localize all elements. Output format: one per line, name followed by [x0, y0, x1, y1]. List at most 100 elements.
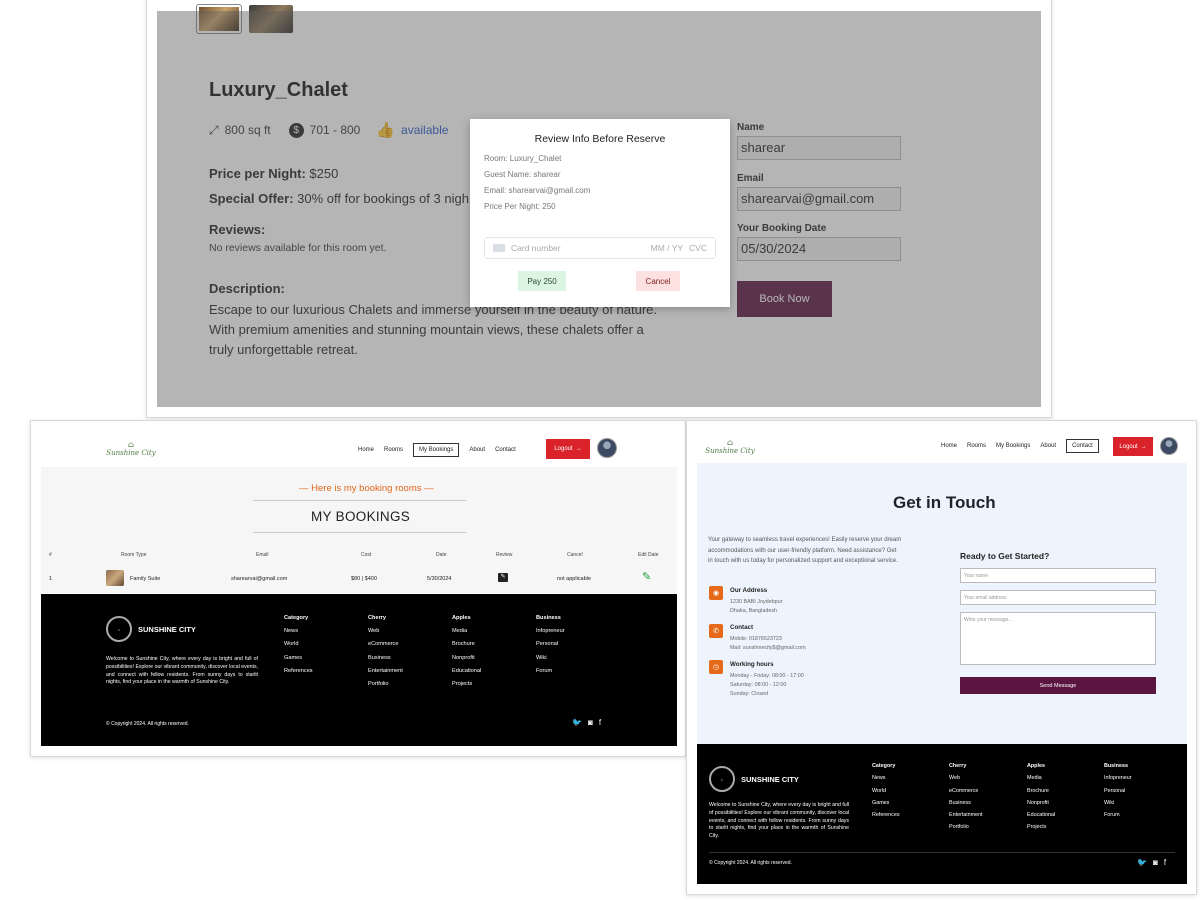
- footer-link[interactable]: Nonprofit: [1027, 797, 1055, 809]
- nav-my-bookings[interactable]: My Bookings: [996, 443, 1030, 449]
- footer-link[interactable]: Games: [872, 797, 900, 809]
- footer-column: Apples Media Brochure Nonprofit Educatio…: [452, 612, 481, 691]
- email-input[interactable]: Your email address: [960, 590, 1156, 605]
- page-title: MY BOOKINGS: [311, 509, 411, 524]
- logout-arrow-icon: →: [575, 446, 582, 452]
- footer-brand: ☼ SUNSHINE CITY: [106, 616, 196, 642]
- footer-link[interactable]: Nonprofit: [452, 652, 481, 665]
- main-nav: Home Rooms My Bookings About Contact: [353, 441, 521, 458]
- footer-link[interactable]: Media: [452, 625, 481, 638]
- location-icon: ◉: [709, 586, 723, 600]
- facebook-icon[interactable]: f: [599, 718, 601, 727]
- footer-link[interactable]: Personal: [1104, 785, 1132, 797]
- footer-link[interactable]: News: [284, 625, 313, 638]
- footer-column: Category News World Games References: [872, 760, 900, 821]
- footer-link[interactable]: Personal: [536, 638, 565, 651]
- contact-heading: Contact: [730, 624, 754, 631]
- hours-text: Monday - Friday: 08:00 - 17:00 Saturday:…: [730, 673, 804, 697]
- nav-contact[interactable]: Contact: [495, 447, 516, 453]
- site-logo[interactable]: ⌂ Sunshine City: [103, 441, 159, 458]
- instagram-icon[interactable]: ◙: [588, 718, 593, 727]
- site-footer: ☼ SUNSHINE CITY Welcome to Sunshine City…: [697, 744, 1187, 884]
- card-cvc-input[interactable]: CVC: [689, 243, 707, 253]
- modal-room: Room: Luxury_Chalet: [484, 154, 562, 163]
- room-type: Family Suite: [130, 576, 161, 582]
- footer-link[interactable]: eCommerce: [949, 785, 983, 797]
- edit-date-icon[interactable]: ✎: [642, 570, 651, 583]
- footer-link[interactable]: Web: [368, 625, 403, 638]
- footer-link[interactable]: Media: [1027, 772, 1055, 784]
- footer-link[interactable]: Educational: [452, 665, 481, 678]
- footer-link[interactable]: References: [284, 665, 313, 678]
- footer-link[interactable]: Business: [368, 652, 403, 665]
- room-image: [106, 570, 124, 586]
- contact-screenshot: ⌂ Sunshine City Home Rooms My Bookings A…: [686, 420, 1197, 895]
- nav-about[interactable]: About: [1040, 443, 1056, 449]
- send-message-button[interactable]: Send Message: [960, 677, 1156, 694]
- logout-button[interactable]: Logout →: [1113, 437, 1153, 456]
- footer-link[interactable]: References: [872, 809, 900, 821]
- footer-link[interactable]: Web: [949, 772, 983, 784]
- site-logo[interactable]: ⌂ Sunshine City: [703, 439, 757, 456]
- nav-contact[interactable]: Contact: [1066, 438, 1099, 453]
- footer-link[interactable]: Entertainment: [949, 809, 983, 821]
- twitter-icon[interactable]: 🐦: [1137, 858, 1147, 867]
- card-expiry-input[interactable]: MM / YY: [651, 243, 683, 253]
- footer-logo-icon: ☼: [709, 766, 735, 792]
- nav-home[interactable]: Home: [358, 447, 374, 453]
- card-number-input[interactable]: Card number MM / YY CVC: [484, 237, 716, 259]
- column-header: Room Type: [121, 552, 147, 558]
- footer-link[interactable]: Projects: [452, 678, 481, 691]
- column-header: Date: [436, 552, 447, 558]
- modal-email: Email: sharearvai@gmail.com: [484, 186, 591, 195]
- twitter-icon[interactable]: 🐦: [572, 718, 582, 727]
- footer-link[interactable]: Business: [949, 797, 983, 809]
- footer-link[interactable]: World: [284, 638, 313, 651]
- row-index: 1: [49, 576, 53, 582]
- facebook-icon[interactable]: f: [1164, 858, 1166, 867]
- footer-link[interactable]: News: [872, 772, 900, 784]
- cancel-button[interactable]: Cancel: [636, 271, 680, 291]
- footer-link[interactable]: Forum: [536, 665, 565, 678]
- footer-link[interactable]: Wiki: [536, 652, 565, 665]
- nav-home[interactable]: Home: [941, 443, 957, 449]
- column-header: Review: [496, 552, 513, 558]
- address-text: 1230 BABI Joydebpur Dhaka, Bangladesh: [730, 599, 783, 614]
- footer-link[interactable]: Brochure: [452, 638, 481, 651]
- copyright: © Copyright 2024. All rights reserved.: [709, 860, 792, 866]
- footer-column: Apples Media Brochure Nonprofit Educatio…: [1027, 760, 1055, 834]
- footer-link[interactable]: World: [872, 785, 900, 797]
- footer-link[interactable]: Games: [284, 652, 313, 665]
- avatar[interactable]: [597, 438, 617, 458]
- modal-price: Price Per Night: 250: [484, 202, 556, 211]
- footer-link[interactable]: Projects: [1027, 821, 1055, 833]
- footer-link[interactable]: Portfolio: [368, 678, 403, 691]
- footer-link[interactable]: Wiki: [1104, 797, 1132, 809]
- review-icon[interactable]: ✎: [498, 573, 508, 582]
- nav-rooms[interactable]: Rooms: [384, 447, 403, 453]
- footer-about: Welcome to Sunshine City, where every da…: [709, 802, 849, 840]
- footer-link[interactable]: Brochure: [1027, 785, 1055, 797]
- message-textarea[interactable]: Write your message...: [960, 612, 1156, 665]
- footer-link[interactable]: eCommerce: [368, 638, 403, 651]
- room-details-screenshot: Luxury_Chalet ⤢ 800 sq ft $ 701 - 800 👍 …: [146, 0, 1052, 418]
- modal-title: Review Info Before Reserve: [534, 133, 666, 145]
- footer-link[interactable]: Infopreneur: [536, 625, 565, 638]
- avatar[interactable]: [1160, 437, 1178, 455]
- nav-about[interactable]: About: [469, 447, 485, 453]
- footer-column: Cherry Web eCommerce Business Entertainm…: [368, 612, 403, 691]
- footer-link[interactable]: Forum: [1104, 809, 1132, 821]
- review-modal: Review Info Before Reserve Room: Luxury_…: [470, 119, 730, 307]
- footer-link[interactable]: Portfolio: [949, 821, 983, 833]
- pay-button[interactable]: Pay 250: [518, 271, 566, 291]
- nav-my-bookings[interactable]: My Bookings: [413, 442, 460, 457]
- logout-button[interactable]: Logout →: [546, 439, 590, 459]
- nav-rooms[interactable]: Rooms: [967, 443, 986, 449]
- instagram-icon[interactable]: ◙: [1153, 858, 1158, 867]
- footer-link[interactable]: Educational: [1027, 809, 1055, 821]
- footer-link[interactable]: Infopreneur: [1104, 772, 1132, 784]
- contact-text: Mobile: 01876523723 Mail: sunshinecity$@…: [730, 636, 806, 651]
- name-input[interactable]: Your name: [960, 568, 1156, 583]
- footer-link[interactable]: Entertainment: [368, 665, 403, 678]
- footer-column: Business Infopreneur Personal Wiki Forum: [536, 612, 565, 678]
